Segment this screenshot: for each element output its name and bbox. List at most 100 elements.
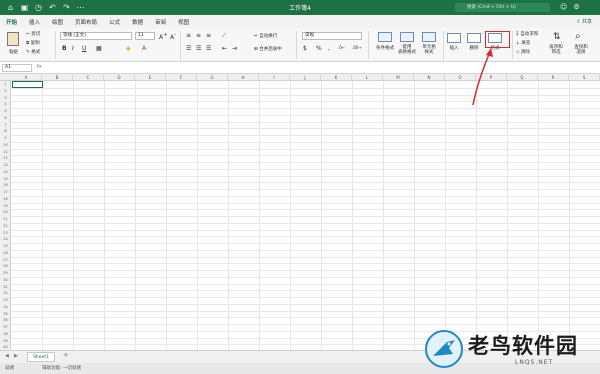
column-header[interactable]: B	[42, 74, 73, 81]
accessibility-status[interactable]: 辅助功能: 一切就绪	[42, 363, 81, 374]
fx-icon[interactable]: fx	[37, 64, 42, 70]
fill-button[interactable]: ↓ 填充	[516, 40, 530, 46]
row-header[interactable]: 32	[0, 290, 11, 297]
sort-filter-icon[interactable]: ⇅	[553, 32, 561, 42]
row-header[interactable]: 23	[0, 230, 11, 237]
italic-button[interactable]: I	[72, 45, 74, 52]
underline-button[interactable]: U	[82, 45, 86, 52]
insert-cells-icon[interactable]	[447, 33, 461, 43]
decrease-decimal-icon[interactable]: .00→	[352, 45, 362, 50]
row-header[interactable]: 21	[0, 216, 11, 223]
row-header[interactable]: 26	[0, 250, 11, 257]
decrease-indent-icon[interactable]: ⇤	[222, 45, 227, 52]
row-header[interactable]: 34	[0, 304, 11, 311]
row-header[interactable]: 37	[0, 324, 11, 331]
row-header[interactable]: 22	[0, 223, 11, 230]
tab-draw[interactable]: 绘图	[52, 18, 63, 26]
cut-button[interactable]: ✂ 剪切	[26, 31, 40, 37]
find-select-button[interactable]: 查找和 选择	[570, 45, 592, 55]
percent-icon[interactable]: %	[316, 45, 322, 52]
decrease-font-icon[interactable]: A-	[170, 32, 176, 41]
font-color-icon[interactable]: A	[142, 45, 146, 52]
row-header[interactable]: 27	[0, 257, 11, 264]
font-name-select[interactable]: 等线 (正文)	[60, 32, 132, 40]
column-header[interactable]: F	[166, 74, 197, 81]
column-header[interactable]: P	[476, 74, 507, 81]
row-header[interactable]: 13	[0, 162, 11, 169]
comma-style-icon[interactable]: ,	[328, 45, 330, 52]
column-header[interactable]: O	[445, 74, 476, 81]
insert-cells-button[interactable]: 插入	[444, 45, 464, 51]
row-header[interactable]: 12	[0, 155, 11, 162]
increase-font-icon[interactable]: A+	[159, 32, 167, 41]
row-header[interactable]: 4	[0, 101, 11, 108]
column-header[interactable]: H	[228, 74, 259, 81]
row-header[interactable]: 16	[0, 182, 11, 189]
bold-button[interactable]: B	[62, 45, 67, 52]
row-header[interactable]: 30	[0, 277, 11, 284]
add-sheet-button[interactable]: +	[63, 351, 69, 359]
cell-styles-icon[interactable]	[422, 32, 436, 42]
paste-icon[interactable]	[7, 32, 19, 46]
tab-home[interactable]: 开始	[6, 18, 17, 26]
tab-page-layout[interactable]: 页面布局	[75, 18, 97, 26]
format-as-table-icon[interactable]	[400, 32, 414, 42]
number-format-select[interactable]: 常规	[302, 32, 362, 40]
row-header[interactable]: 29	[0, 270, 11, 277]
row-header[interactable]: 8	[0, 128, 11, 135]
row-header[interactable]: 14	[0, 169, 11, 176]
fill-color-icon[interactable]: ◈	[126, 45, 131, 52]
align-top-icon[interactable]: ≡	[186, 32, 191, 39]
orientation-icon[interactable]: ⟋	[222, 32, 226, 40]
conditional-format-icon[interactable]	[378, 32, 392, 42]
tab-formulas[interactable]: 公式	[109, 18, 120, 26]
row-header[interactable]: 15	[0, 176, 11, 183]
column-header[interactable]: R	[538, 74, 569, 81]
row-header[interactable]: 9	[0, 135, 11, 142]
column-header[interactable]: N	[414, 74, 445, 81]
row-header[interactable]: 18	[0, 196, 11, 203]
search-box[interactable]: 搜索 (Cmd + Ctrl + U)	[455, 3, 550, 12]
row-header[interactable]: 28	[0, 263, 11, 270]
align-left-icon[interactable]: ☰	[186, 45, 191, 52]
row-header[interactable]: 20	[0, 209, 11, 216]
column-header[interactable]: A	[11, 74, 42, 81]
column-header[interactable]: D	[104, 74, 135, 81]
align-center-icon[interactable]: ☰	[196, 45, 201, 52]
column-header[interactable]: M	[383, 74, 414, 81]
sheet-tab[interactable]: Sheet1	[27, 352, 55, 362]
row-header[interactable]: 3	[0, 95, 11, 102]
delete-cells-icon[interactable]	[467, 33, 481, 43]
row-header[interactable]: 36	[0, 317, 11, 324]
row-header[interactable]: 7	[0, 122, 11, 129]
merge-center-button[interactable]: ⊞ 合并后居中	[254, 46, 282, 52]
row-header[interactable]: 2	[0, 88, 11, 95]
clear-button[interactable]: ◇ 清除	[516, 49, 530, 55]
increase-decimal-icon[interactable]: .0←	[338, 45, 345, 50]
tab-review[interactable]: 审阅	[155, 18, 166, 26]
row-header[interactable]: 38	[0, 331, 11, 338]
tab-view[interactable]: 视图	[178, 18, 189, 26]
row-header[interactable]: 1	[0, 81, 11, 88]
borders-icon[interactable]: ▦	[96, 45, 102, 52]
row-header[interactable]: 6	[0, 115, 11, 122]
row-header[interactable]: 24	[0, 236, 11, 243]
increase-indent-icon[interactable]: ⇥	[232, 45, 237, 52]
next-sheet-icon[interactable]: ▶	[14, 353, 18, 359]
share-button[interactable]: ⇪ 共享	[576, 18, 592, 25]
column-header[interactable]: S	[569, 74, 600, 81]
align-right-icon[interactable]: ☰	[206, 45, 211, 52]
row-header[interactable]: 35	[0, 311, 11, 318]
align-middle-icon[interactable]: ≡	[196, 32, 201, 39]
column-header[interactable]: K	[321, 74, 352, 81]
paste-button[interactable]: 粘贴	[5, 49, 22, 55]
row-header[interactable]: 11	[0, 149, 11, 156]
prev-sheet-icon[interactable]: ◀	[5, 353, 9, 359]
tab-data[interactable]: 数据	[132, 18, 143, 26]
settings-icon[interactable]: ⚙	[573, 3, 579, 12]
row-header[interactable]: 17	[0, 189, 11, 196]
user-icon[interactable]: ☺	[560, 3, 567, 12]
align-bottom-icon[interactable]: ≡	[206, 32, 211, 39]
name-box[interactable]: A1	[2, 64, 32, 72]
row-header[interactable]: 5	[0, 108, 11, 115]
